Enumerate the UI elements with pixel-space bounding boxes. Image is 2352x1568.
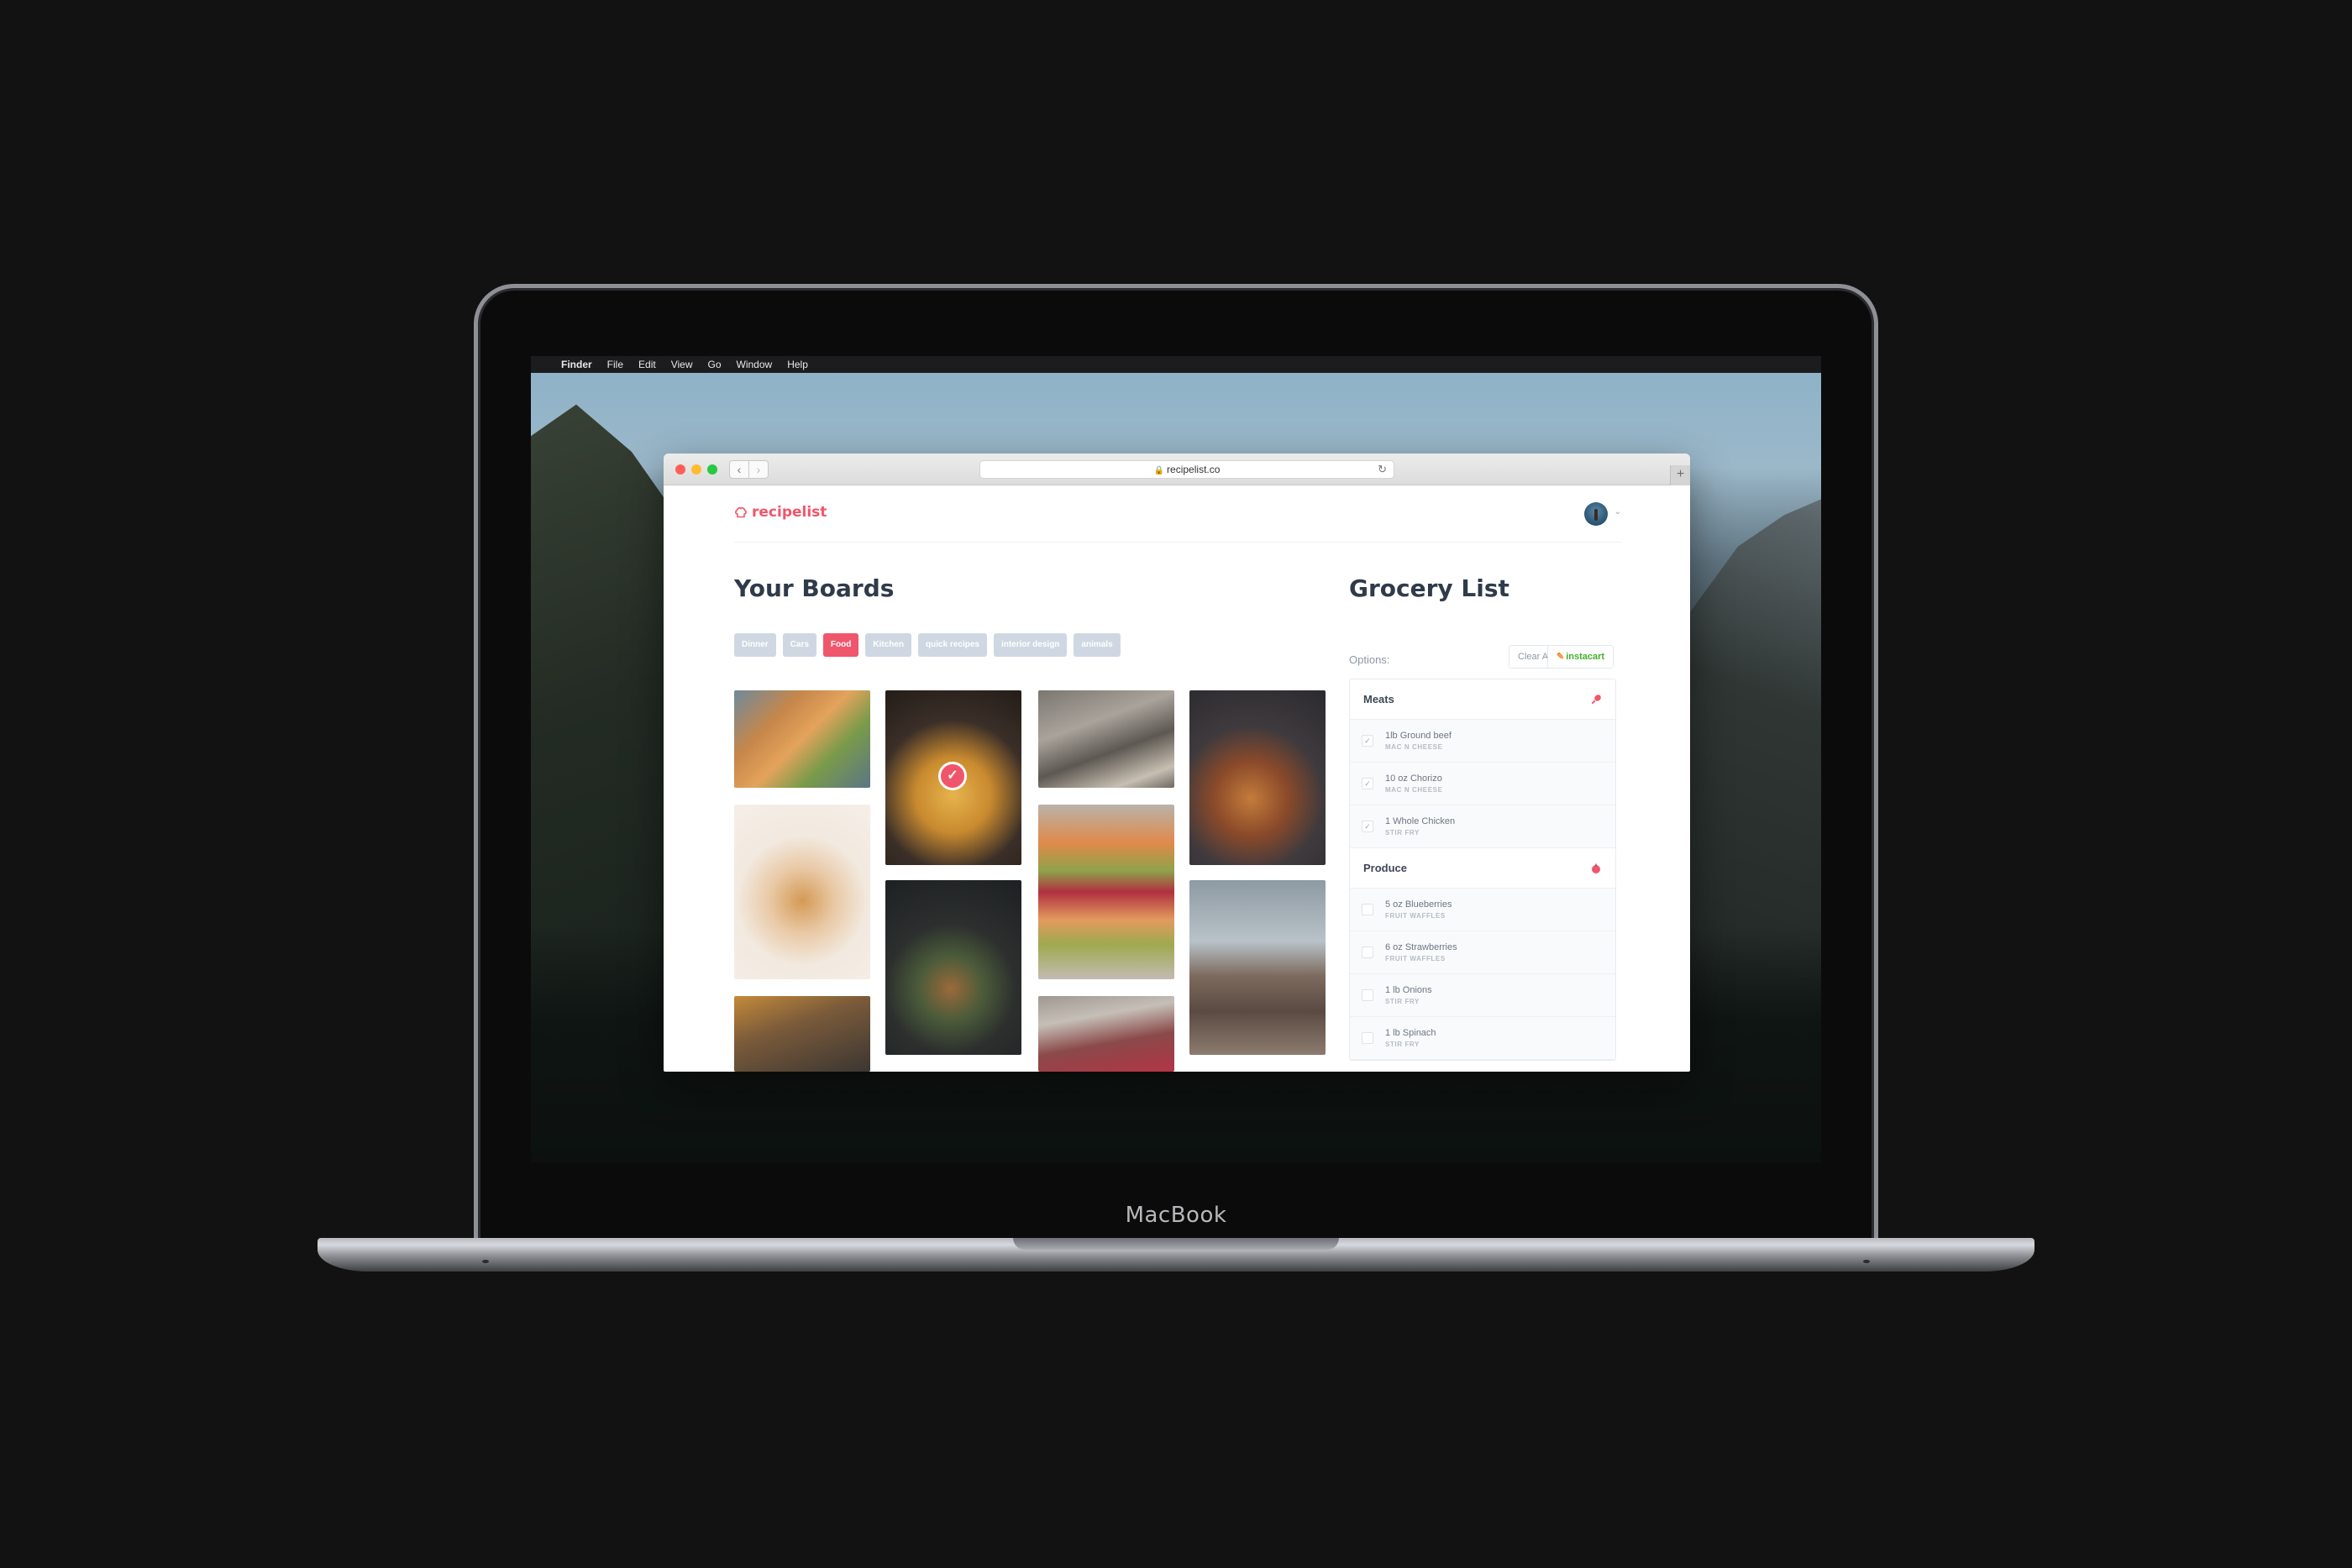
item-checkbox[interactable]: ✓ bbox=[1362, 735, 1373, 747]
grocery-item[interactable]: 1 lb Spinach STIR FRY bbox=[1350, 1017, 1615, 1060]
item-name: 6 oz Strawberries bbox=[1385, 942, 1457, 952]
item-name: 10 oz Chorizo bbox=[1385, 774, 1442, 784]
laptop-foot bbox=[1863, 1260, 1870, 1263]
tag-kitchen[interactable]: Kitchen bbox=[865, 633, 912, 657]
grocery-category-meats: Meats bbox=[1350, 679, 1615, 720]
drumstick-icon bbox=[1591, 694, 1601, 704]
tag-cars[interactable]: Cars bbox=[782, 633, 816, 657]
item-checkbox[interactable] bbox=[1362, 989, 1373, 1001]
window-minimize-button[interactable] bbox=[691, 464, 701, 475]
avatar[interactable] bbox=[1584, 502, 1608, 526]
item-recipe: STIR FRY bbox=[1385, 1041, 1420, 1048]
item-recipe: STIR FRY bbox=[1385, 829, 1420, 836]
item-recipe: MAC N CHEESE bbox=[1385, 743, 1443, 751]
item-recipe: MAC N CHEESE bbox=[1385, 786, 1443, 794]
apple-icon bbox=[1592, 863, 1600, 873]
url-text: recipelist.co bbox=[1167, 464, 1221, 475]
selected-check-icon[interactable]: ✓ bbox=[938, 762, 967, 790]
menu-file[interactable]: File bbox=[607, 359, 623, 370]
board-image-pomegranate-bowl[interactable] bbox=[1038, 996, 1174, 1072]
board-image-pasta-on-fork[interactable]: ✓ bbox=[885, 690, 1021, 865]
board-image-skillet-chicken[interactable] bbox=[885, 880, 1021, 1055]
category-name: Meats bbox=[1363, 693, 1394, 705]
grocery-title: Grocery List bbox=[1349, 574, 1509, 602]
menu-go[interactable]: Go bbox=[708, 359, 722, 370]
menu-finder[interactable]: Finder bbox=[561, 359, 592, 370]
app-logo[interactable]: recipelist bbox=[734, 504, 827, 521]
board-image-coffee-table-flatlay[interactable] bbox=[1038, 690, 1174, 788]
window-zoom-button[interactable] bbox=[707, 464, 717, 475]
board-image-honey-jar[interactable] bbox=[734, 996, 870, 1072]
instacart-button[interactable]: ✎ instacart bbox=[1547, 645, 1614, 669]
board-filter-tags: Dinner Cars Food Kitchen quick recipes i… bbox=[734, 633, 1121, 657]
item-recipe: FRUIT WAFFLES bbox=[1385, 955, 1446, 962]
lock-icon: 🔒 bbox=[1153, 466, 1165, 475]
tag-animals[interactable]: animals bbox=[1074, 633, 1121, 657]
menu-window[interactable]: Window bbox=[737, 359, 773, 370]
options-label: Options: bbox=[1349, 653, 1390, 666]
item-checkbox[interactable] bbox=[1362, 904, 1373, 915]
grocery-item[interactable]: ✓ 10 oz Chorizo MAC N CHEESE bbox=[1350, 763, 1615, 805]
category-name: Produce bbox=[1363, 862, 1408, 874]
macos-menubar: Finder File Edit View Go Window Help bbox=[531, 356, 1821, 373]
window-close-button[interactable] bbox=[675, 464, 685, 475]
chevron-left-icon[interactable]: ‹ bbox=[729, 460, 749, 479]
carrot-icon: ✎ bbox=[1557, 652, 1565, 662]
laptop-notch bbox=[1013, 1238, 1339, 1250]
grocery-item[interactable]: 5 oz Blueberries FRUIT WAFFLES bbox=[1350, 889, 1615, 931]
device-brand-label: MacBook bbox=[1125, 1203, 1227, 1228]
tag-food[interactable]: Food bbox=[822, 633, 859, 657]
grocery-item[interactable]: 6 oz Strawberries FRUIT WAFFLES bbox=[1350, 931, 1615, 974]
board-image-cheese-board[interactable] bbox=[734, 805, 870, 979]
item-name: 5 oz Blueberries bbox=[1385, 899, 1452, 910]
menu-help[interactable]: Help bbox=[787, 359, 808, 370]
tag-interior-design[interactable]: interior design bbox=[993, 633, 1068, 657]
board-image-grilled-chicken-skewers[interactable] bbox=[734, 690, 870, 788]
new-tab-button[interactable]: + bbox=[1670, 465, 1690, 485]
item-checkbox[interactable]: ✓ bbox=[1362, 821, 1373, 832]
item-name: 1 lb Onions bbox=[1385, 985, 1432, 995]
address-bar[interactable]: 🔒 recipelist.co ↻ bbox=[979, 460, 1394, 479]
board-image-toast-with-pomegranate[interactable] bbox=[1038, 805, 1174, 979]
instacart-label: instacart bbox=[1566, 652, 1605, 662]
item-checkbox[interactable] bbox=[1362, 947, 1373, 958]
tag-quick-recipes[interactable]: quick recipes bbox=[918, 633, 987, 657]
browser-window: ‹ › 🔒 recipelist.co ↻ + recipelist ⌄ Your… bbox=[664, 454, 1690, 1072]
chevron-down-icon[interactable]: ⌄ bbox=[1614, 507, 1621, 517]
item-recipe: STIR FRY bbox=[1385, 998, 1420, 1005]
item-name: 1lb Ground beef bbox=[1385, 731, 1452, 741]
app-logo-text: recipelist bbox=[752, 504, 827, 521]
item-name: 1 lb Spinach bbox=[1385, 1028, 1436, 1038]
chef-hat-icon bbox=[735, 506, 747, 518]
board-image-powdered-donuts[interactable] bbox=[1189, 880, 1326, 1055]
browser-titlebar: ‹ › 🔒 recipelist.co ↻ + bbox=[664, 454, 1690, 485]
reload-icon[interactable]: ↻ bbox=[1378, 461, 1387, 478]
item-name: 1 Whole Chicken bbox=[1385, 816, 1456, 826]
page-title: Your Boards bbox=[734, 574, 895, 602]
laptop-foot bbox=[482, 1260, 489, 1263]
grocery-item[interactable]: 1 lb Onions STIR FRY bbox=[1350, 974, 1615, 1017]
item-recipe: FRUIT WAFFLES bbox=[1385, 912, 1446, 920]
grocery-category-produce: Produce bbox=[1350, 848, 1615, 889]
grocery-item[interactable]: ✓ 1 Whole Chicken STIR FRY bbox=[1350, 805, 1615, 848]
chevron-right-icon[interactable]: › bbox=[748, 460, 769, 479]
app-header: recipelist ⌄ bbox=[734, 485, 1621, 543]
grocery-item[interactable]: ✓ 1lb Ground beef MAC N CHEESE bbox=[1350, 720, 1615, 763]
item-checkbox[interactable] bbox=[1362, 1032, 1373, 1044]
menu-edit[interactable]: Edit bbox=[638, 359, 656, 370]
item-checkbox[interactable]: ✓ bbox=[1362, 778, 1373, 789]
laptop-screen: Finder File Edit View Go Window Help ‹ ›… bbox=[531, 356, 1821, 1162]
menu-view[interactable]: View bbox=[671, 359, 693, 370]
board-image-berry-pancakes[interactable] bbox=[1189, 690, 1326, 865]
tag-dinner[interactable]: Dinner bbox=[734, 633, 776, 657]
grocery-list: Meats ✓ 1lb Ground beef MAC N CHEESE ✓ 1… bbox=[1349, 679, 1616, 1061]
